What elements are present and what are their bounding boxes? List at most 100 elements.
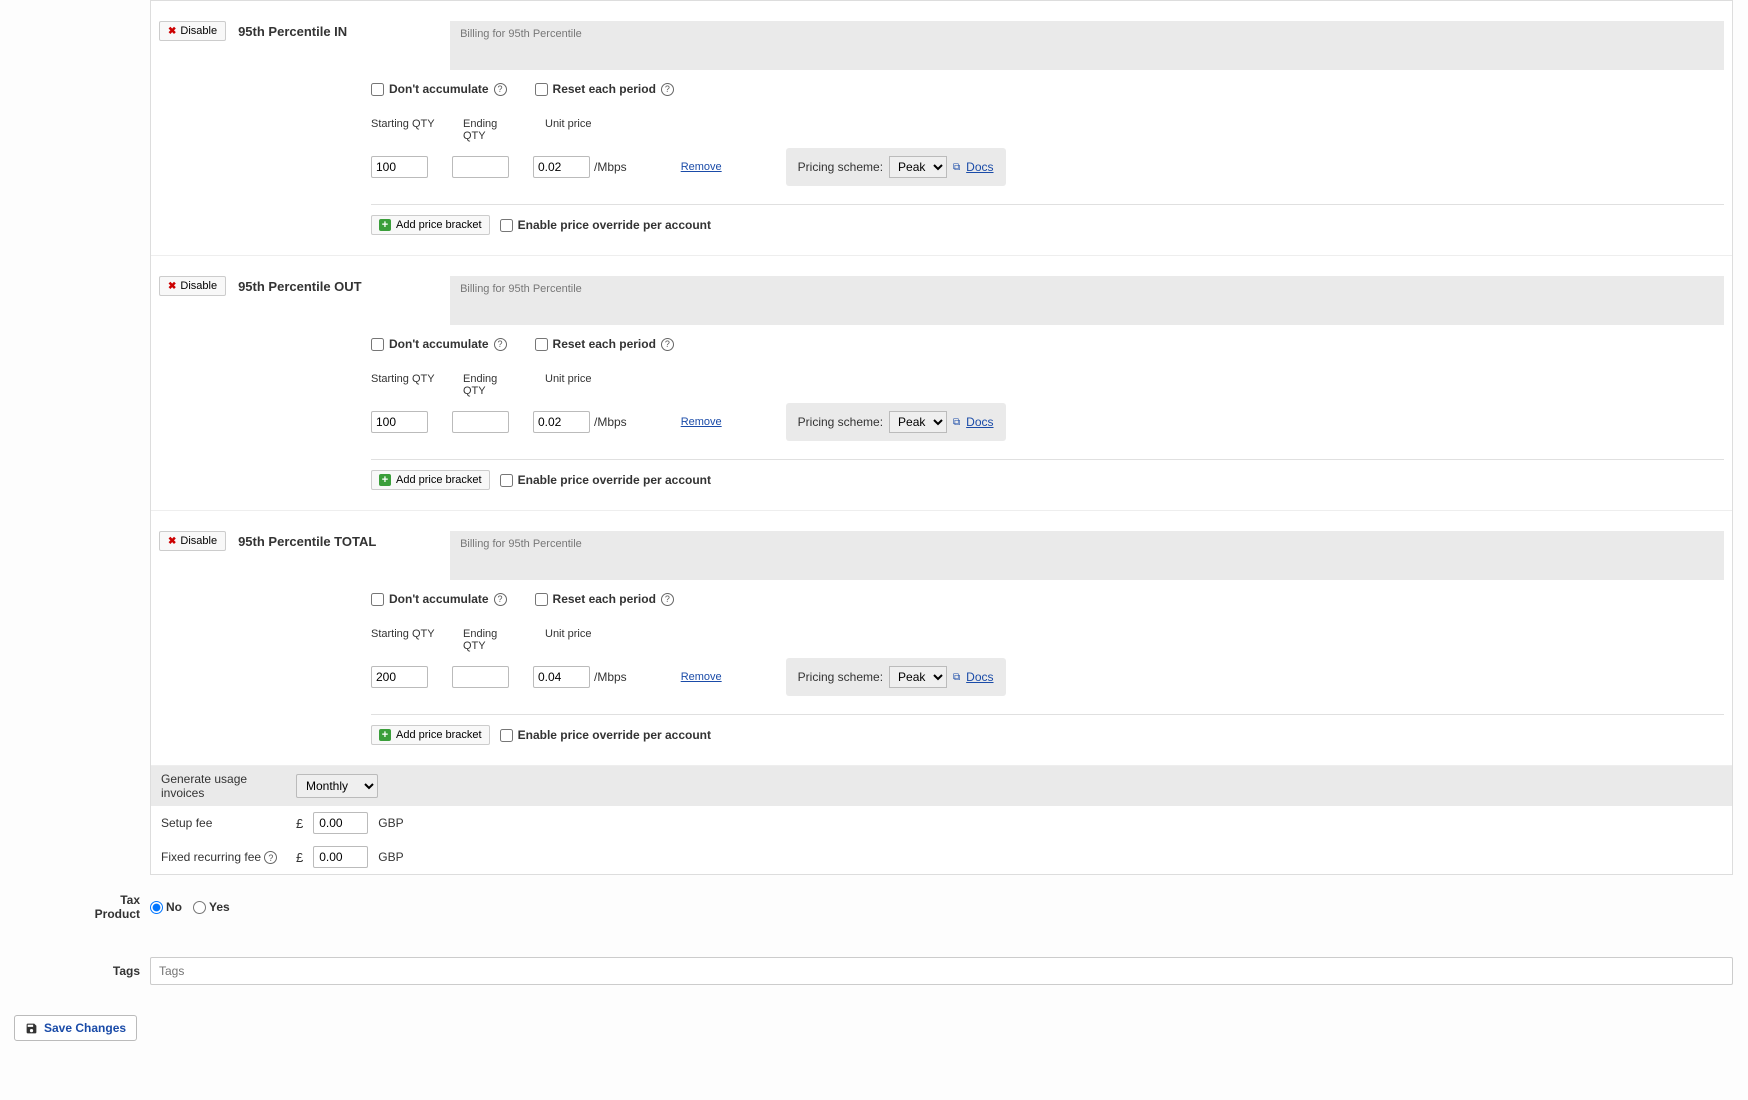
unit-suffix: /Mbps [594, 670, 627, 684]
enable-override-checkbox[interactable] [500, 219, 513, 232]
disable-button[interactable]: ✖ Disable [159, 276, 226, 296]
reset-period-checkbox[interactable] [535, 83, 548, 96]
tax-product-no-label[interactable]: No [166, 900, 182, 914]
currency-code: GBP [378, 850, 403, 864]
tags-input[interactable] [150, 957, 1733, 985]
starting-qty-label: Starting QTY [371, 118, 439, 142]
pricing-scheme-box: Pricing scheme: Peak ⧉ Docs [786, 148, 1006, 186]
reset-period-label[interactable]: Reset each period ? [535, 592, 674, 606]
ending-qty-input[interactable] [452, 666, 509, 688]
unit-price-label: Unit price [545, 118, 603, 142]
help-icon[interactable]: ? [494, 83, 507, 96]
dont-accumulate-checkbox[interactable] [371, 83, 384, 96]
help-icon[interactable]: ? [494, 593, 507, 606]
dont-accumulate-checkbox[interactable] [371, 338, 384, 351]
ending-qty-input[interactable] [452, 411, 509, 433]
starting-qty-label: Starting QTY [371, 628, 439, 652]
reset-period-checkbox[interactable] [535, 593, 548, 606]
unit-price-input[interactable] [533, 666, 590, 688]
tax-product-yes-label[interactable]: Yes [209, 900, 230, 914]
pricing-scheme-select[interactable]: Peak [889, 666, 947, 688]
save-changes-button[interactable]: Save Changes [14, 1015, 137, 1041]
unit-price-label: Unit price [545, 628, 603, 652]
disable-label: Disable [180, 25, 217, 37]
enable-override-label[interactable]: Enable price override per account [500, 728, 711, 742]
disable-button[interactable]: ✖ Disable [159, 531, 226, 551]
remove-link[interactable]: Remove [681, 161, 722, 173]
setup-fee-input[interactable] [313, 812, 368, 834]
generate-invoices-select[interactable]: Monthly [296, 774, 378, 798]
remove-link[interactable]: Remove [681, 416, 722, 428]
close-icon: ✖ [168, 536, 176, 547]
dont-accumulate-label[interactable]: Don't accumulate ? [371, 337, 507, 351]
ending-qty-input[interactable] [452, 156, 509, 178]
plus-icon: + [379, 219, 391, 231]
help-icon[interactable]: ? [661, 338, 674, 351]
add-price-bracket-button[interactable]: + Add price bracket [371, 215, 490, 235]
ending-qty-label: Ending QTY [463, 373, 521, 397]
section-title: 95th Percentile OUT [238, 276, 438, 294]
disable-button[interactable]: ✖ Disable [159, 21, 226, 41]
section-title: 95th Percentile TOTAL [238, 531, 438, 549]
enable-override-label[interactable]: Enable price override per account [500, 473, 711, 487]
enable-override-checkbox[interactable] [500, 474, 513, 487]
add-price-bracket-button[interactable]: + Add price bracket [371, 725, 490, 745]
pricing-scheme-select[interactable]: Peak [889, 156, 947, 178]
ending-qty-label: Ending QTY [463, 628, 521, 652]
unit-suffix: /Mbps [594, 415, 627, 429]
section-title: 95th Percentile IN [238, 21, 438, 39]
currency-code: GBP [378, 816, 403, 830]
pricing-scheme-label: Pricing scheme: [798, 160, 883, 174]
add-price-bracket-button[interactable]: + Add price bracket [371, 470, 490, 490]
dont-accumulate-label[interactable]: Don't accumulate ? [371, 592, 507, 606]
starting-qty-input[interactable] [371, 411, 428, 433]
pricing-scheme-label: Pricing scheme: [798, 670, 883, 684]
tags-label: Tags [80, 964, 140, 978]
pricing-scheme-box: Pricing scheme: Peak ⧉ Docs [786, 658, 1006, 696]
currency-symbol: £ [296, 850, 303, 865]
external-link-icon: ⧉ [953, 162, 960, 173]
unit-price-input[interactable] [533, 156, 590, 178]
docs-link[interactable]: Docs [966, 670, 993, 684]
enable-override-label[interactable]: Enable price override per account [500, 218, 711, 232]
external-link-icon: ⧉ [953, 672, 960, 683]
percentile-section-in: ✖ Disable 95th Percentile IN Billing for… [151, 1, 1732, 256]
help-icon[interactable]: ? [494, 338, 507, 351]
disable-label: Disable [180, 535, 217, 547]
fixed-recurring-label: Fixed recurring fee ? [161, 850, 286, 865]
dont-accumulate-label[interactable]: Don't accumulate ? [371, 82, 507, 96]
percentile-section-total: ✖ Disable 95th Percentile TOTAL Billing … [151, 511, 1732, 766]
plus-icon: + [379, 474, 391, 486]
tax-product-no-radio[interactable] [150, 901, 163, 914]
help-icon[interactable]: ? [264, 851, 277, 864]
starting-qty-input[interactable] [371, 666, 428, 688]
billing-description: Billing for 95th Percentile [450, 531, 1724, 580]
close-icon: ✖ [168, 281, 176, 292]
pricing-scheme-box: Pricing scheme: Peak ⧉ Docs [786, 403, 1006, 441]
enable-override-checkbox[interactable] [500, 729, 513, 742]
remove-link[interactable]: Remove [681, 671, 722, 683]
unit-price-label: Unit price [545, 373, 603, 397]
reset-period-label[interactable]: Reset each period ? [535, 337, 674, 351]
starting-qty-input[interactable] [371, 156, 428, 178]
setup-fee-row: Setup fee £ GBP [151, 806, 1732, 840]
pricing-scheme-select[interactable]: Peak [889, 411, 947, 433]
external-link-icon: ⧉ [953, 417, 960, 428]
unit-price-input[interactable] [533, 411, 590, 433]
help-icon[interactable]: ? [661, 83, 674, 96]
fixed-recurring-input[interactable] [313, 846, 368, 868]
docs-link[interactable]: Docs [966, 415, 993, 429]
reset-period-checkbox[interactable] [535, 338, 548, 351]
tax-product-row: Tax Product No Yes [80, 885, 1733, 929]
tax-product-yes-radio[interactable] [193, 901, 206, 914]
tax-product-label: Tax Product [80, 893, 140, 921]
tags-row: Tags [80, 949, 1733, 993]
starting-qty-label: Starting QTY [371, 373, 439, 397]
dont-accumulate-checkbox[interactable] [371, 593, 384, 606]
help-icon[interactable]: ? [661, 593, 674, 606]
currency-symbol: £ [296, 816, 303, 831]
unit-suffix: /Mbps [594, 160, 627, 174]
docs-link[interactable]: Docs [966, 160, 993, 174]
reset-period-label[interactable]: Reset each period ? [535, 82, 674, 96]
percentile-section-out: ✖ Disable 95th Percentile OUT Billing fo… [151, 256, 1732, 511]
